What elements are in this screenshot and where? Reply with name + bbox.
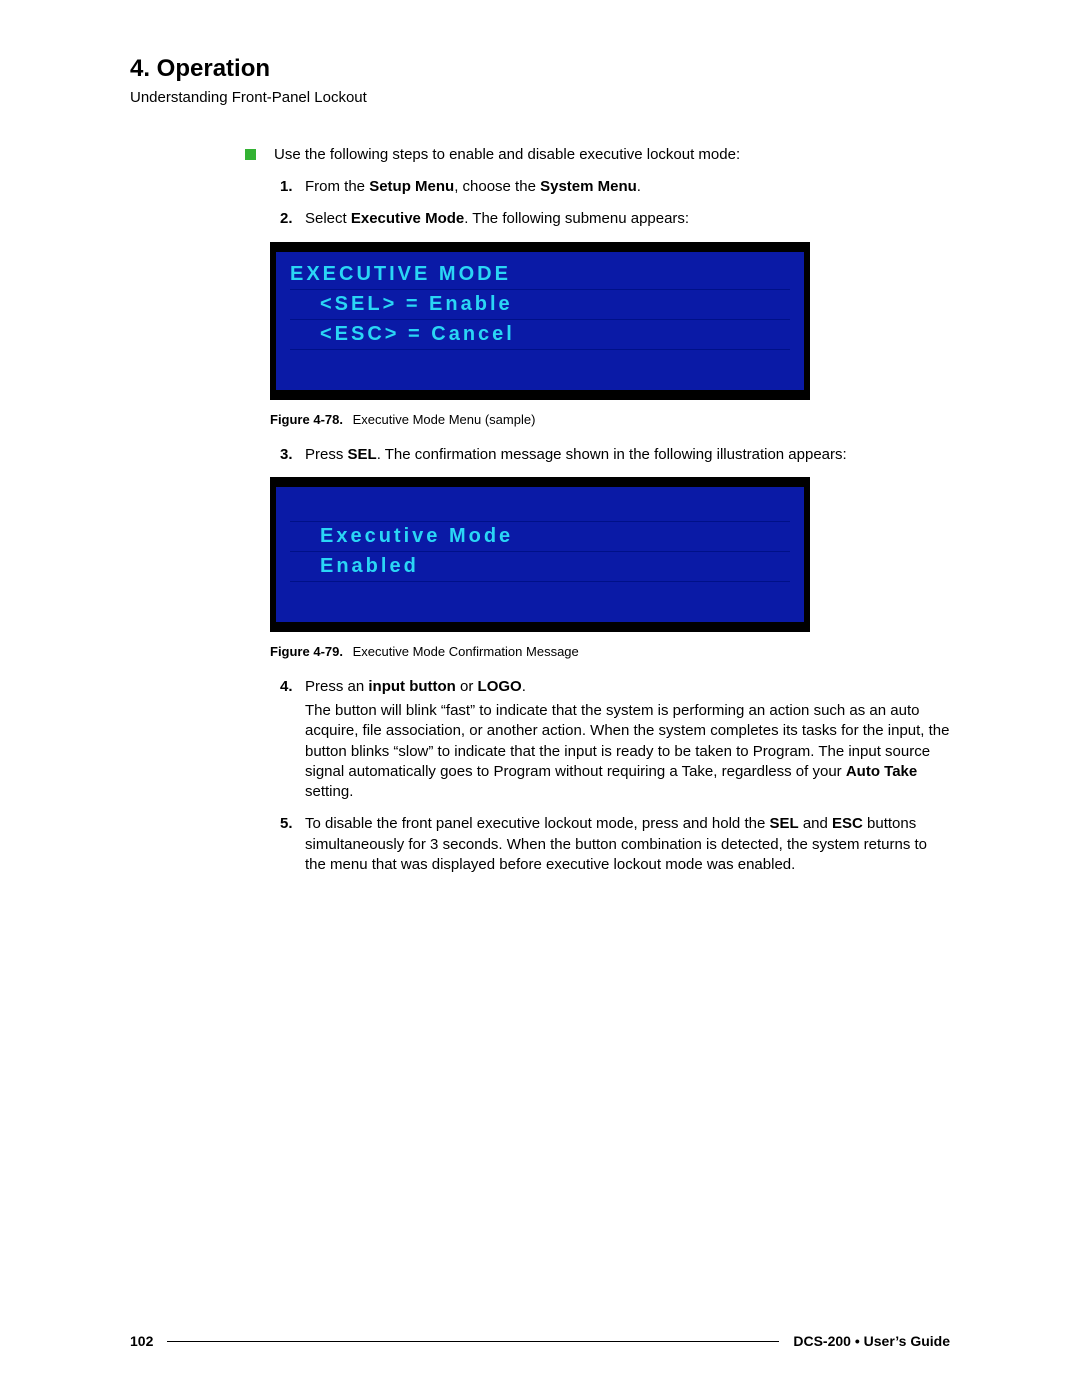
step-2-text-b: . The following submenu appears: xyxy=(464,210,689,227)
footer-rule xyxy=(167,1341,779,1342)
step-4-text-c: . xyxy=(522,678,526,695)
steps-list-cont-3: Press SEL. The confirmation message show… xyxy=(280,445,950,465)
step-3-bold-1: SEL xyxy=(348,446,377,463)
step-1-text-a: From the xyxy=(305,178,369,195)
lcd2-line0 xyxy=(290,495,790,522)
step-2: Select Executive Mode. The following sub… xyxy=(280,209,950,229)
step-5-text-b: and xyxy=(799,815,832,832)
intro-bullet-row: Use the following steps to enable and di… xyxy=(245,146,950,163)
figure-2-label: Figure 4-79. xyxy=(270,644,343,659)
step-4-text-a: Press an xyxy=(305,678,368,695)
step-5-bold-1: SEL xyxy=(769,815,798,832)
step-1-bold-1: Setup Menu xyxy=(369,178,454,195)
step-2-bold-1: Executive Mode xyxy=(351,210,464,227)
lcd1-line1: EXECUTIVE MODE xyxy=(290,260,790,290)
page-footer: 102 DCS-200 • User’s Guide xyxy=(130,1333,950,1349)
step-1-bold-2: System Menu xyxy=(540,178,637,195)
steps-list-cont-4: Press an input button or LOGO. The butto… xyxy=(280,677,950,875)
step-1-text-c: . xyxy=(637,178,641,195)
step-4-paragraph: The button will blink “fast” to indicate… xyxy=(305,701,950,802)
section-title: 4. Operation xyxy=(130,55,950,83)
lcd-panel-1: EXECUTIVE MODE <SEL> = Enable <ESC> = Ca… xyxy=(270,242,810,400)
step-3-text-a: Press xyxy=(305,446,348,463)
step-4-text-b: or xyxy=(456,678,478,695)
step-5: To disable the front panel executive loc… xyxy=(280,814,950,875)
lcd1-line4 xyxy=(290,350,790,376)
section-subtitle: Understanding Front-Panel Lockout xyxy=(130,89,950,106)
footer-guide: DCS-200 • User’s Guide xyxy=(793,1333,950,1349)
step-5-text-a: To disable the front panel executive loc… xyxy=(305,815,769,832)
lcd-figure-2: Executive Mode Enabled xyxy=(270,477,810,632)
steps-list: From the Setup Menu, choose the System M… xyxy=(280,177,950,230)
lcd-screen-1: EXECUTIVE MODE <SEL> = Enable <ESC> = Ca… xyxy=(276,252,804,390)
step-4: Press an input button or LOGO. The butto… xyxy=(280,677,950,803)
step-4-bold-1: input button xyxy=(368,678,455,695)
page: 4. Operation Understanding Front-Panel L… xyxy=(0,0,1080,1397)
step-1: From the Setup Menu, choose the System M… xyxy=(280,177,950,197)
bullet-icon xyxy=(245,149,256,160)
lcd1-line3: <ESC> = Cancel xyxy=(290,320,790,350)
step-3-text-b: . The confirmation message shown in the … xyxy=(377,446,847,463)
lcd1-line2: <SEL> = Enable xyxy=(290,290,790,320)
lcd2-line3 xyxy=(290,582,790,608)
page-number: 102 xyxy=(130,1333,153,1349)
figure-2-text: Executive Mode Confirmation Message xyxy=(353,644,579,659)
lcd-panel-2: Executive Mode Enabled xyxy=(270,477,810,632)
figure-1-text: Executive Mode Menu (sample) xyxy=(353,412,536,427)
figure-2-caption: Figure 4-79. Executive Mode Confirmation… xyxy=(270,644,950,659)
lcd-screen-2: Executive Mode Enabled xyxy=(276,487,804,622)
step-4-para-bold: Auto Take xyxy=(846,763,917,780)
figure-1-caption: Figure 4-78. Executive Mode Menu (sample… xyxy=(270,412,950,427)
lcd-figure-1: EXECUTIVE MODE <SEL> = Enable <ESC> = Ca… xyxy=(270,242,810,400)
lcd2-line2: Enabled xyxy=(290,552,790,582)
step-5-bold-2: ESC xyxy=(832,815,863,832)
lcd2-line1: Executive Mode xyxy=(290,522,790,552)
step-4-bold-2: LOGO xyxy=(478,678,522,695)
step-4-para-c: setting. xyxy=(305,783,353,800)
step-1-text-b: , choose the xyxy=(454,178,540,195)
step-3: Press SEL. The confirmation message show… xyxy=(280,445,950,465)
intro-text: Use the following steps to enable and di… xyxy=(274,146,950,163)
step-2-text-a: Select xyxy=(305,210,351,227)
figure-1-label: Figure 4-78. xyxy=(270,412,343,427)
